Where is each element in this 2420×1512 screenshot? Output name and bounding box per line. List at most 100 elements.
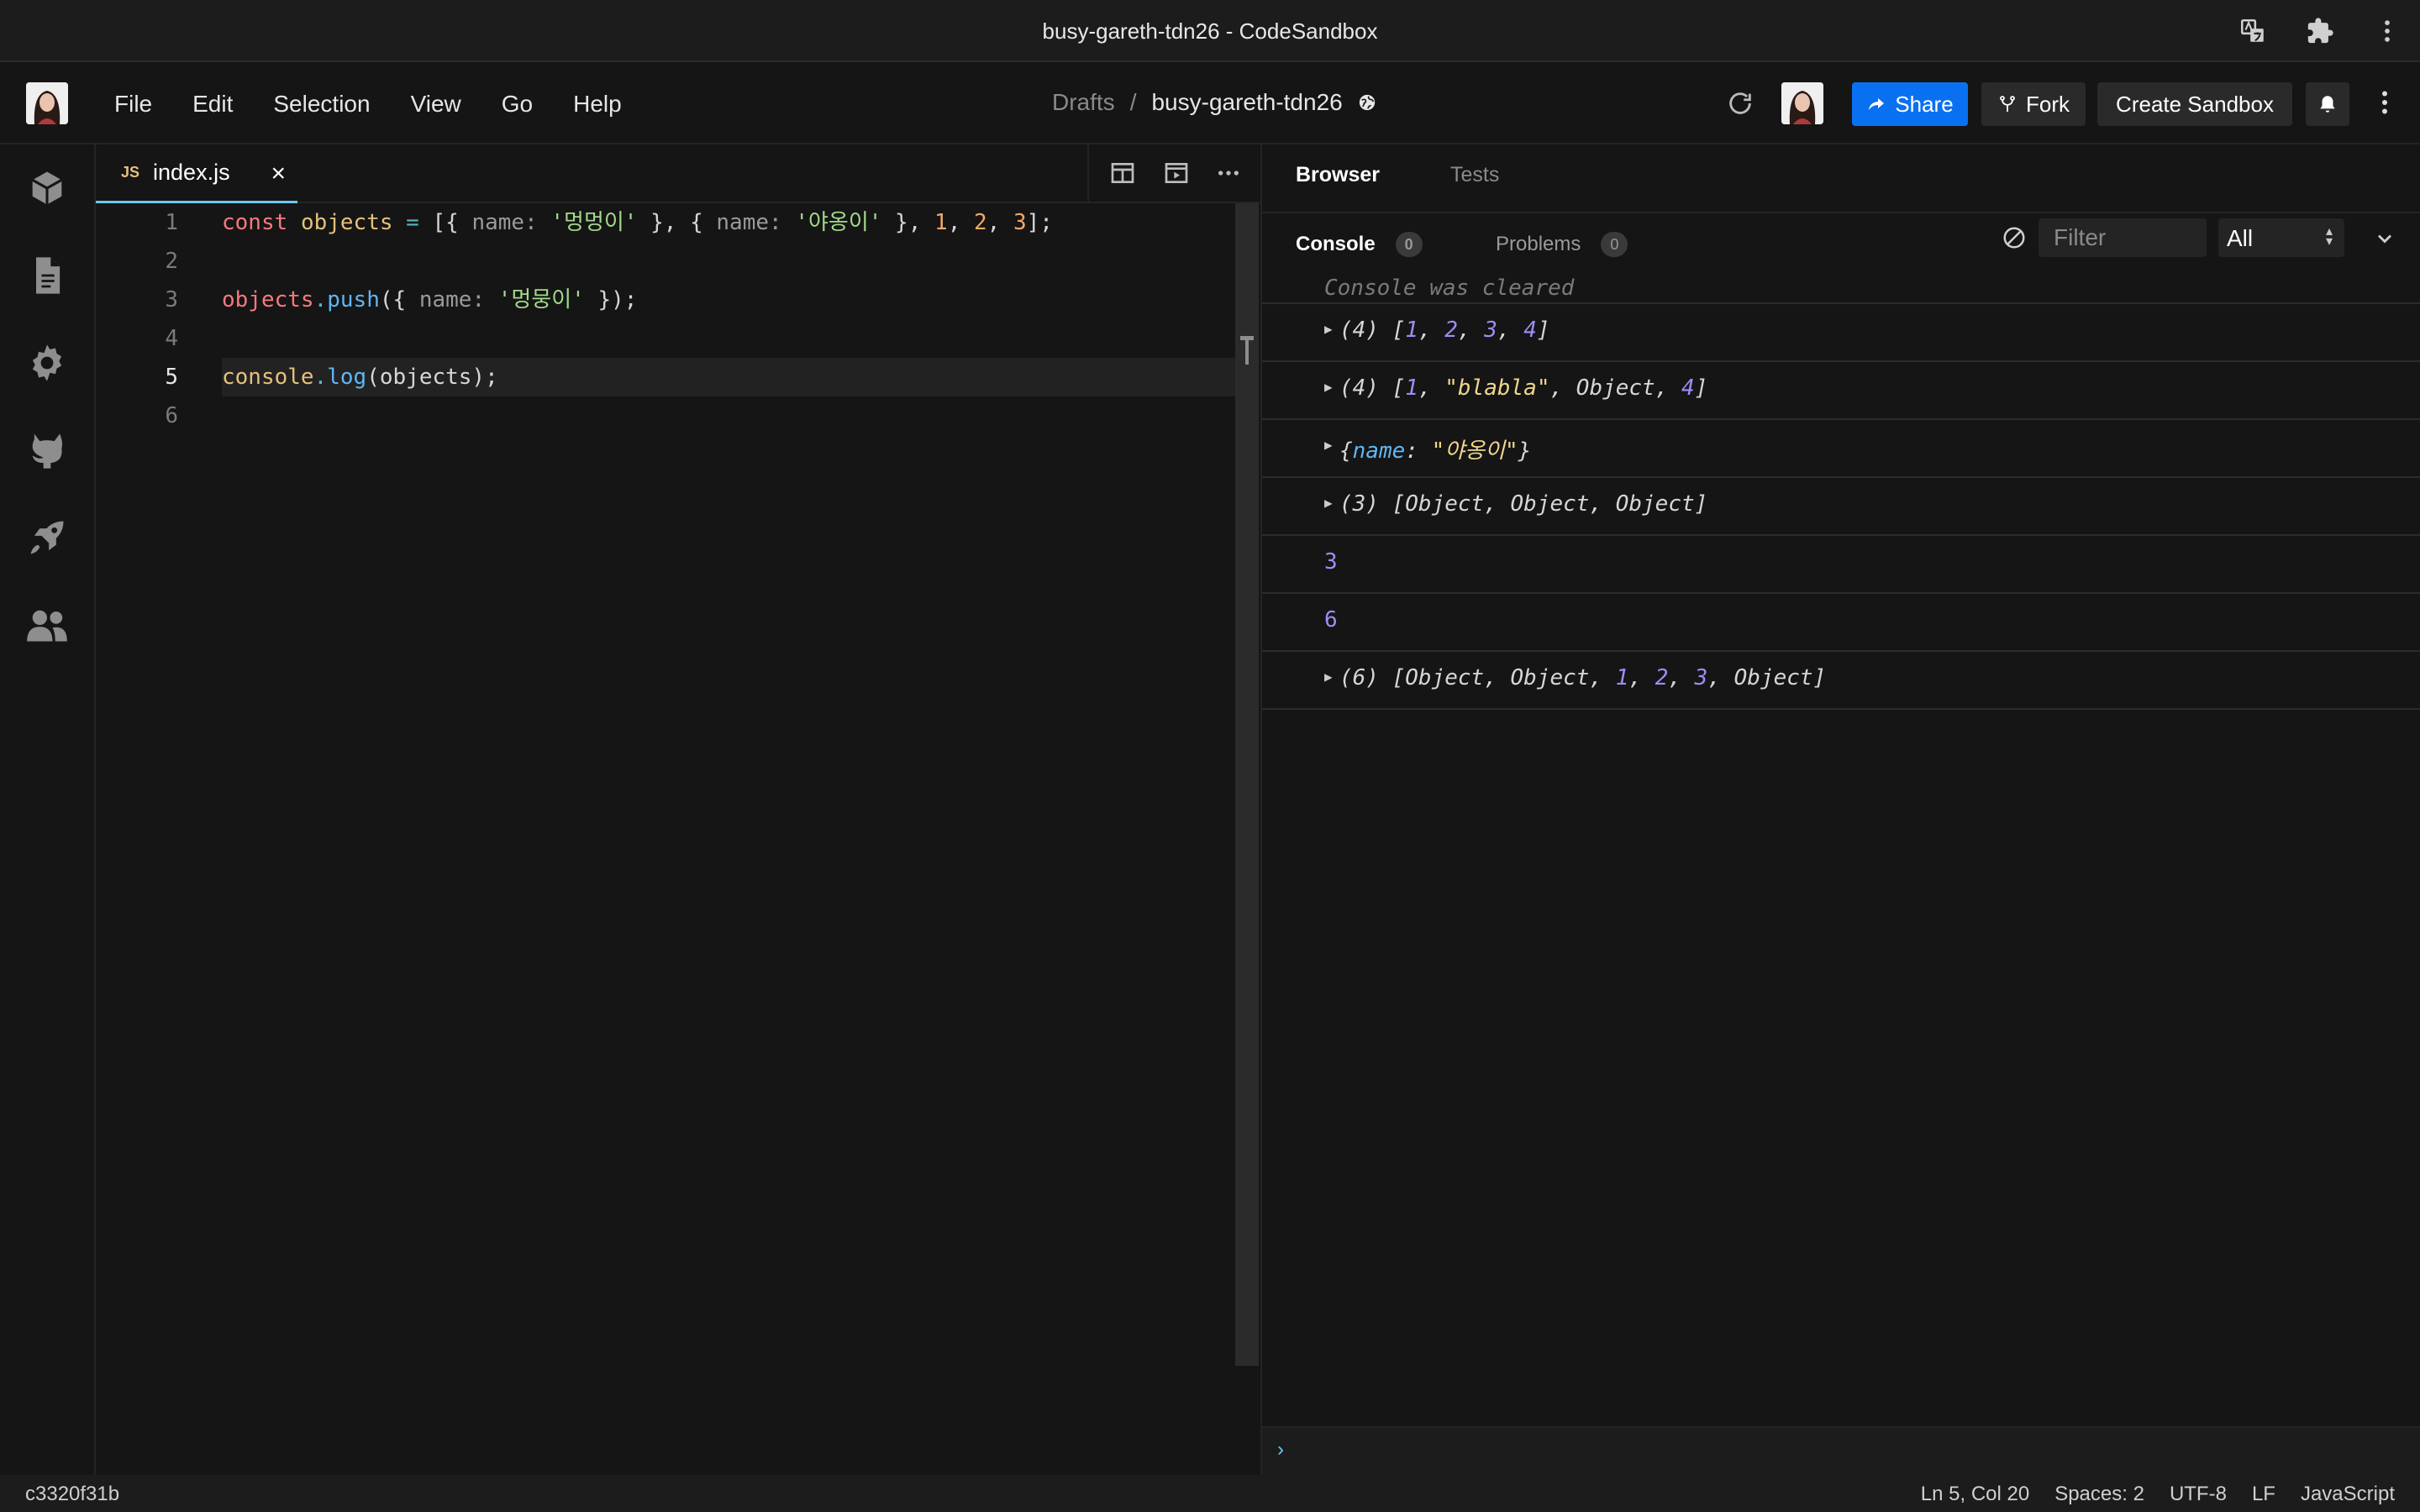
expand-triangle-icon[interactable]: ▶ (1324, 437, 1333, 453)
code-token: log (327, 365, 367, 390)
log-level-select[interactable]: All ▴ ▾ (2218, 218, 2344, 257)
line-number: 3 (165, 287, 178, 312)
tab-tests[interactable]: Tests (1450, 163, 1499, 187)
preview-icon[interactable] (1163, 160, 1190, 186)
line-ending[interactable]: LF (2252, 1483, 2275, 1506)
console-token: , Object, (1549, 375, 1682, 401)
code-token: ({ (379, 287, 419, 312)
code-editor: JS index.js × 1 const objects = [{ name: … (96, 144, 1260, 1475)
file-icon[interactable] (25, 254, 69, 297)
encoding[interactable]: UTF-8 (2170, 1483, 2227, 1506)
console-token: , Object] (1707, 665, 1827, 690)
console-token: ] (1694, 375, 1708, 401)
notifications-button[interactable] (2306, 82, 2349, 126)
status-bar: c3320f31b Ln 5, Col 20 Spaces: 2 UTF-8 L… (0, 1475, 2420, 1512)
menu-view[interactable]: View (411, 91, 461, 118)
console-input[interactable]: › (1262, 1426, 2420, 1475)
share-button[interactable]: Share (1852, 82, 1968, 126)
expand-triangle-icon[interactable]: ▶ (1324, 379, 1333, 395)
console-entry[interactable]: ▶ (6) [Object, Object, 1, 2, 3, Object] (1262, 650, 2420, 708)
code-line[interactable]: const objects = [{ name: '멍멍이' }, { name… (222, 203, 1053, 242)
close-tab-icon[interactable]: × (271, 160, 286, 188)
console-entry[interactable]: ▶ (4) [1, "blabla", Object, 4] (1262, 360, 2420, 418)
menu-selection[interactable]: Selection (273, 91, 370, 118)
fork-button[interactable]: Fork (1981, 82, 2086, 126)
tab-problems[interactable]: Problems 0 (1496, 232, 1628, 257)
users-icon[interactable] (25, 603, 69, 647)
console-token: "야옹이" (1431, 438, 1518, 464)
fork-label: Fork (2026, 91, 2070, 117)
commit-hash: c3320f31b (25, 1483, 120, 1505)
line-number: 1 (165, 210, 178, 235)
code-token: . (313, 287, 328, 312)
tab-index-js[interactable]: JS index.js × (96, 144, 297, 203)
console-token: ] (1536, 318, 1550, 343)
console-filter-input[interactable] (2039, 218, 2207, 257)
console-entry[interactable]: ▶ {name: "야옹이"} (1262, 418, 2420, 476)
create-sandbox-button[interactable]: Create Sandbox (2097, 82, 2292, 126)
gear-icon[interactable] (25, 341, 69, 385)
extensions-icon[interactable] (2306, 17, 2334, 45)
console-token: 3 (1694, 665, 1708, 690)
console-entry: 6 (1262, 592, 2420, 650)
cube-icon[interactable] (25, 166, 69, 210)
refresh-icon[interactable] (1726, 89, 1754, 122)
code-line[interactable]: console.log(objects); (222, 358, 498, 396)
expand-triangle-icon[interactable]: ▶ (1324, 321, 1333, 337)
console-token: "blabla" (1444, 375, 1550, 401)
tab-console[interactable]: Console 0 (1296, 232, 1423, 257)
select-arrows-icon: ▴ ▾ (2325, 224, 2333, 249)
github-icon[interactable] (25, 428, 69, 472)
user-avatar[interactable] (26, 82, 68, 124)
code-token: '멍뭉이' (497, 287, 585, 312)
owner-avatar[interactable] (1781, 82, 1823, 124)
more-vertical-icon[interactable] (2373, 17, 2402, 45)
fork-icon (1997, 94, 2018, 114)
console-entry-text: 3 (1324, 549, 1338, 575)
console-divider (1262, 708, 2420, 710)
console-entry[interactable]: ▶ (3) [Object, Object, Object] (1262, 476, 2420, 534)
indentation[interactable]: Spaces: 2 (2054, 1483, 2144, 1506)
code-line[interactable]: objects.push({ name: '멍뭉이' }); (222, 281, 637, 319)
window-title: busy-gareth-tdn26 - CodeSandbox (1042, 18, 1378, 44)
code-token: [{ (418, 210, 472, 235)
console-token: (6) [Object, Object, (1339, 665, 1616, 690)
code-token: objects (222, 287, 314, 312)
status-right: Ln 5, Col 20 Spaces: 2 UTF-8 LF JavaScri… (1921, 1483, 2395, 1506)
problems-tab-label: Problems (1496, 233, 1581, 255)
prompt-chevron-icon: › (1277, 1438, 1284, 1461)
share-icon (1866, 94, 1886, 114)
window-titlebar: busy-gareth-tdn26 - CodeSandbox (0, 0, 2420, 62)
translate-icon[interactable] (2238, 17, 2267, 45)
console-entry-text: (3) [Object, Object, Object] (1339, 491, 1707, 517)
menu-file[interactable]: File (114, 91, 152, 118)
editor-scrollbar[interactable] (1235, 203, 1259, 1366)
console-entry-text: {name: "야옹이"} (1339, 433, 1531, 465)
console-token: } (1518, 438, 1532, 464)
more-options-icon[interactable] (2370, 87, 2400, 122)
menu-go[interactable]: Go (502, 91, 533, 118)
cursor-position[interactable]: Ln 5, Col 20 (1921, 1483, 2029, 1506)
language-mode[interactable]: JavaScript (2301, 1483, 2395, 1506)
console-entry[interactable]: ▶ (4) [1, 2, 3, 4] (1262, 302, 2420, 360)
chevron-down-icon[interactable] (2373, 227, 2396, 250)
menu-help[interactable]: Help (573, 91, 622, 118)
expand-triangle-icon[interactable]: ▶ (1324, 495, 1333, 511)
breadcrumb-folder[interactable]: Drafts (1052, 89, 1115, 116)
sandbox-name[interactable]: busy-gareth-tdn26 (1151, 89, 1342, 116)
more-horizontal-icon[interactable] (1215, 160, 1242, 186)
rocket-icon[interactable] (25, 516, 69, 559)
console-token: 2 (1444, 318, 1458, 343)
split-editor-icon[interactable] (1109, 160, 1136, 186)
js-file-icon: JS (121, 164, 140, 181)
clear-console-icon[interactable] (2002, 225, 2028, 252)
console-token: { (1339, 438, 1353, 464)
menu-edit[interactable]: Edit (192, 91, 233, 118)
code-token: , (947, 210, 974, 235)
expand-triangle-icon[interactable]: ▶ (1324, 669, 1333, 685)
console-token: 4 (1681, 375, 1695, 401)
tab-browser[interactable]: Browser (1296, 163, 1380, 187)
